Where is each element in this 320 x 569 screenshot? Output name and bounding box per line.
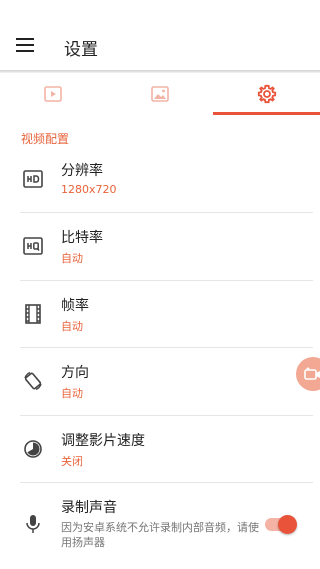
tab-video[interactable] — [0, 73, 106, 115]
toggle-thumb[interactable] — [278, 515, 297, 534]
setting-title: 调整影片速度 — [61, 433, 145, 449]
video-icon — [44, 86, 62, 102]
setting-orientation[interactable]: 方向 自动 — [0, 348, 320, 415]
setting-speed[interactable]: 调整影片速度 关闭 — [0, 416, 320, 483]
page-title: 设置 — [64, 40, 98, 60]
setting-resolution[interactable]: 分辨率 1280x720 — [0, 146, 320, 213]
setting-framerate[interactable]: 帧率 自动 — [0, 281, 320, 348]
setting-title: 方向 — [61, 365, 89, 381]
gear-icon — [257, 84, 276, 104]
setting-bitrate[interactable]: 比特率 自动 — [0, 213, 320, 280]
setting-value: 自动 — [61, 252, 83, 265]
setting-title: 比特率 — [61, 230, 103, 246]
setting-value: 1280x720 — [61, 183, 117, 196]
setting-title: 帧率 — [61, 298, 89, 314]
setting-value: 自动 — [61, 387, 83, 400]
setting-value: 关闭 — [61, 455, 83, 468]
image-icon — [151, 86, 169, 102]
setting-value: 自动 — [61, 320, 83, 333]
mic-icon — [26, 515, 40, 533]
camera-record-icon — [304, 367, 320, 380]
tab-image[interactable] — [107, 73, 213, 115]
hq-icon — [23, 237, 43, 255]
section-title: 视频配置 — [21, 132, 70, 146]
setting-description: 因为安卓系统不允许录制内部音频，请使用扬声器 — [61, 521, 259, 549]
film-icon — [25, 304, 41, 324]
tab-settings[interactable] — [213, 73, 320, 115]
rotate-icon — [24, 371, 42, 391]
tab-indicator — [213, 112, 320, 115]
menu-icon[interactable] — [16, 38, 34, 52]
speed-icon — [24, 440, 42, 458]
tab-bar — [0, 73, 320, 115]
hd-icon — [23, 170, 43, 188]
app-bar: 设置 — [0, 0, 320, 70]
setting-title: 分辨率 — [61, 163, 103, 179]
setting-title: 录制声音 — [61, 500, 117, 516]
